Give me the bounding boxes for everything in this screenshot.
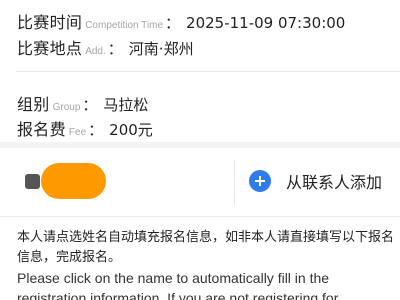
competition-place-row: 比赛地点 Add. ： 河南·郑州	[17, 35, 194, 59]
registration-page: 比赛时间 Competition Time ： 2025-11-09 07:30…	[0, 0, 400, 300]
competition-time-label-en: Competition Time	[85, 20, 164, 31]
fee-row: 报名费 Fee ： 200元	[17, 116, 153, 140]
colon: ：	[165, 14, 181, 32]
vertical-divider	[234, 160, 235, 205]
colon: ：	[88, 121, 104, 139]
notice-text-en: Please click on the name to automaticall…	[17, 270, 339, 300]
competition-place-label-en: Add.	[85, 46, 106, 57]
add-from-contacts-button[interactable]: 从联系人添加	[249, 169, 382, 193]
group-label: 组别	[17, 95, 50, 114]
group-row: 组别 Group ： 马拉松	[17, 91, 148, 115]
competition-time-label: 比赛时间	[17, 13, 83, 32]
fee-label-en: Fee	[68, 127, 87, 138]
competition-place-label: 比赛地点	[17, 39, 83, 58]
plus-icon	[249, 170, 271, 192]
add-from-contacts-label: 从联系人添加	[286, 173, 383, 192]
registration-notice: 本人请点选姓名自动填充报名信息，如非本人请直接填写以下报名信息，完成报名。 Pl…	[17, 228, 397, 300]
competition-place-value: 河南·郑州	[128, 40, 194, 58]
participant-checkbox[interactable]	[25, 174, 40, 189]
fee-label: 报名费	[17, 120, 66, 139]
participant-name-chip[interactable]	[41, 163, 106, 199]
colon: ：	[82, 96, 98, 114]
fee-value: 200元	[109, 121, 153, 139]
competition-time-value: 2025-11-09 07:30:00	[186, 14, 346, 32]
notice-text-cn: 本人请点选姓名自动填充报名信息，如非本人请直接填写以下报名信息，完成报名。	[17, 230, 395, 265]
colon: ：	[107, 40, 123, 58]
divider	[0, 216, 400, 217]
group-value: 马拉松	[103, 96, 149, 114]
group-label-en: Group	[52, 102, 81, 113]
divider	[16, 71, 400, 72]
competition-time-row: 比赛时间 Competition Time ： 2025-11-09 07:30…	[17, 9, 345, 33]
section-separator	[0, 142, 400, 148]
participant-picker: 从联系人添加	[0, 152, 400, 212]
